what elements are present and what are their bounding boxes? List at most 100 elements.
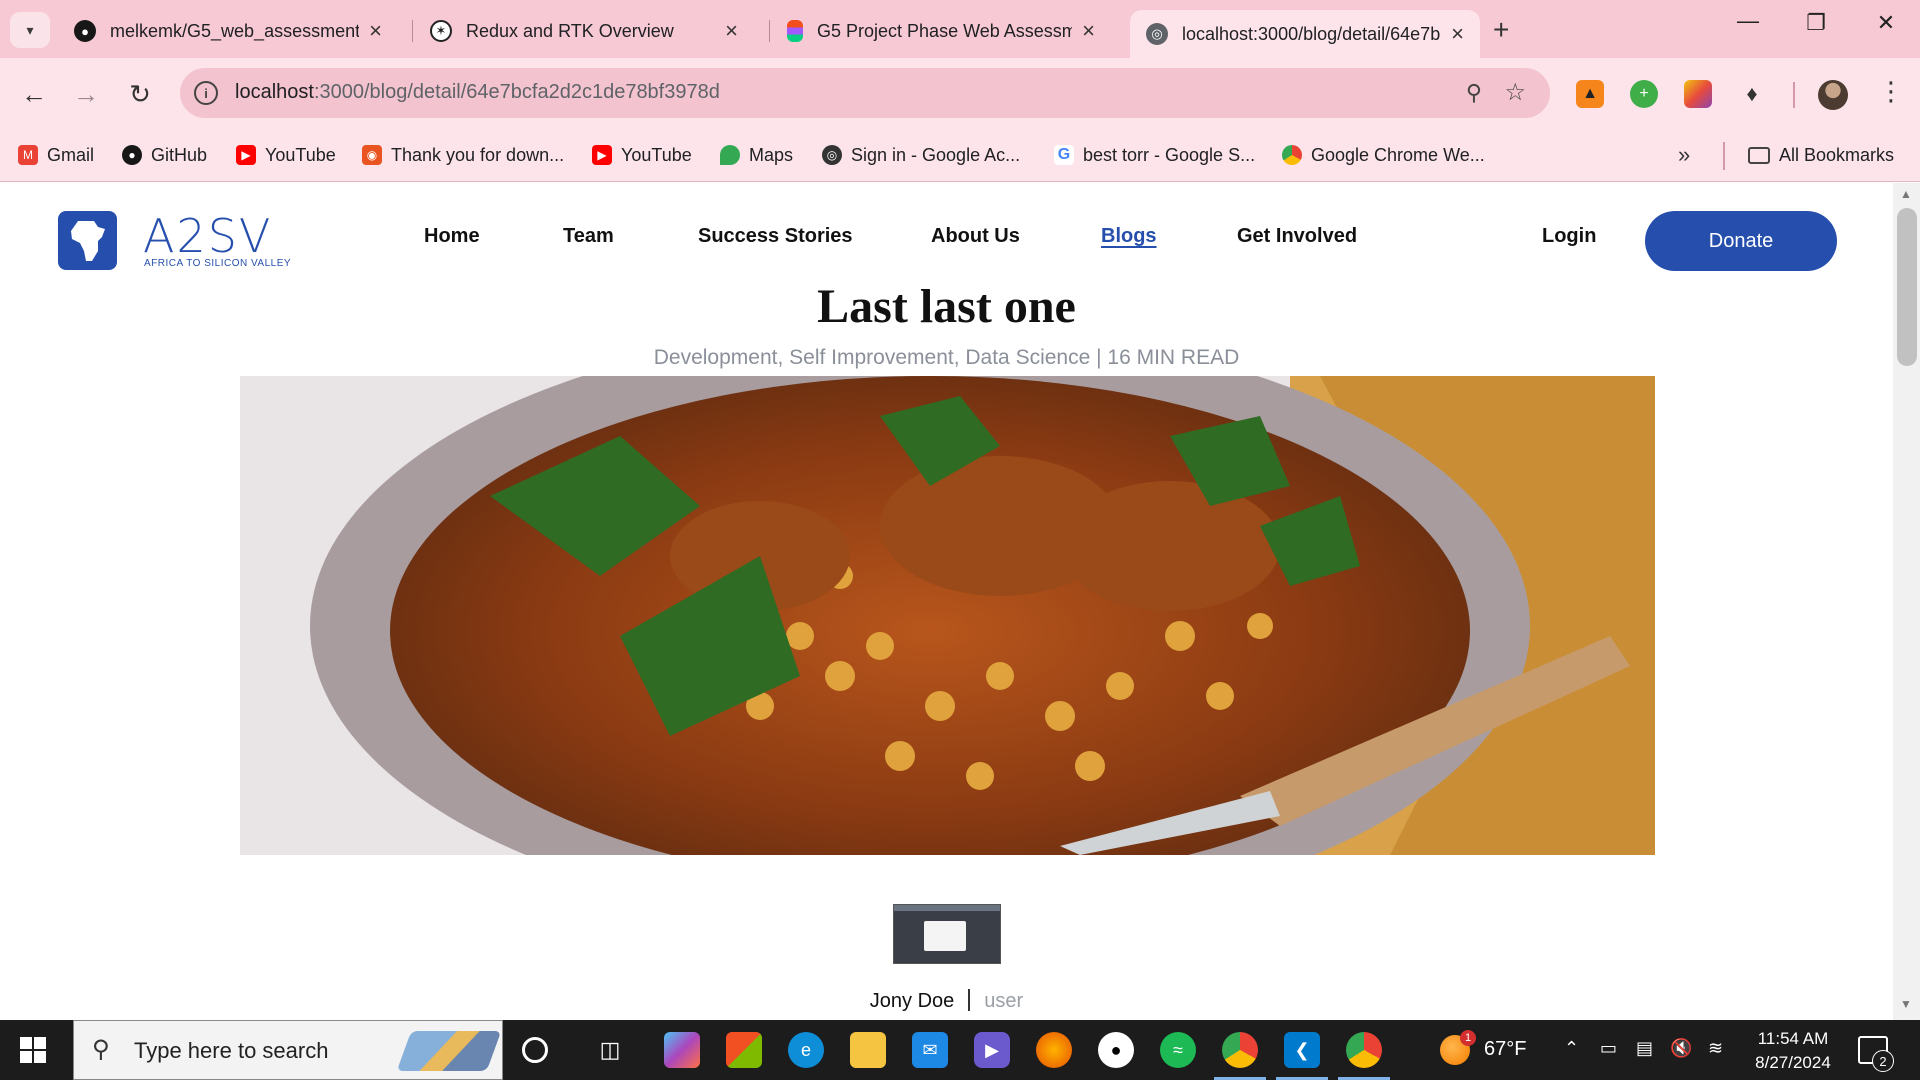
toolbar-separator	[1793, 82, 1795, 108]
firefox-icon[interactable]	[1036, 1032, 1072, 1068]
close-icon[interactable]: ×	[1082, 18, 1095, 44]
tab-search-button[interactable]: ▾	[10, 12, 50, 48]
url-text[interactable]: localhost:3000/blog/detail/64e7bcfa2d2c1…	[235, 81, 720, 104]
system-clock[interactable]: 11:54 AM 8/27/2024	[1738, 1027, 1848, 1075]
close-icon[interactable]: ×	[369, 18, 382, 44]
donate-button[interactable]: Donate	[1645, 211, 1837, 271]
logo-africa-icon[interactable]	[58, 211, 117, 270]
file-explorer-icon[interactable]	[850, 1032, 886, 1068]
reload-button[interactable]: ↻	[122, 76, 158, 112]
extension-pencil-icon[interactable]	[1684, 80, 1712, 108]
forward-button[interactable]: →	[68, 76, 104, 112]
youtube-icon: ▶	[236, 145, 256, 165]
page-viewport: A2SV AFRICA TO SILICON VALLEY Home Team …	[0, 183, 1920, 1020]
clipchamp-icon[interactable]: ▶	[974, 1032, 1010, 1068]
post-title: Last last one	[817, 280, 1076, 333]
chrome-icon	[1282, 145, 1302, 165]
task-view-icon[interactable]: ◫	[592, 1032, 628, 1068]
address-bar[interactable]: i localhost:3000/blog/detail/64e7bcfa2d2…	[180, 68, 1550, 118]
nav-success-stories[interactable]: Success Stories	[698, 225, 853, 248]
copilot-icon[interactable]	[664, 1032, 700, 1068]
windows-start-icon[interactable]	[20, 1037, 46, 1063]
tab-redux[interactable]: ✶ Redux and RTK Overview ×	[414, 10, 754, 52]
close-window-button[interactable]: ✕	[1866, 10, 1906, 36]
bookmark-google-search[interactable]: Gbest torr - Google S...	[1054, 140, 1255, 170]
all-bookmarks[interactable]: All Bookmarks	[1748, 140, 1894, 170]
bookmark-label: Google Chrome We...	[1311, 144, 1485, 165]
chrome-profile-icon[interactable]	[1346, 1032, 1382, 1068]
bookmark-youtube-2[interactable]: ▶ YouTube	[592, 140, 692, 170]
food-bowl-illustration	[240, 376, 1655, 855]
chevron-double-right-icon[interactable]: »	[1678, 142, 1690, 168]
youtube-icon: ▶	[592, 145, 612, 165]
bookmark-label: Gmail	[47, 144, 95, 165]
scroll-up-icon[interactable]: ▲	[1900, 187, 1912, 201]
close-icon[interactable]: ×	[725, 18, 738, 44]
battery-icon[interactable]: ▭	[1600, 1038, 1617, 1059]
bookmark-github[interactable]: ● GitHub	[122, 140, 207, 170]
wifi-icon[interactable]: ≋	[1708, 1038, 1723, 1059]
author-name: Jony Doe	[869, 990, 955, 1012]
zoom-icon[interactable]: ⚲	[1466, 80, 1482, 106]
page-scrollbar[interactable]: ▲ ▼	[1893, 183, 1920, 1020]
taskbar: ⚲ Type here to search ◫ e ✉ ▶ ● ≈ ❮ 1 67…	[0, 1020, 1920, 1080]
extensions-puzzle-icon[interactable]: ♦	[1738, 80, 1766, 108]
tab-github[interactable]: ● melkemk/G5_web_assessment ×	[58, 10, 398, 52]
all-bookmarks-label: All Bookmarks	[1779, 144, 1895, 165]
logo-tagline: AFRICA TO SILICON VALLEY	[144, 258, 292, 269]
minimize-button[interactable]: —	[1728, 8, 1768, 34]
weather-temperature[interactable]: 67°F	[1484, 1038, 1526, 1061]
microsoft-store-icon[interactable]	[726, 1032, 762, 1068]
bookmark-star-icon[interactable]: ☆	[1504, 78, 1526, 107]
mail-icon[interactable]: ✉	[912, 1032, 948, 1068]
chevron-up-icon[interactable]: ⌃	[1564, 1038, 1579, 1059]
metamask-icon[interactable]: ▲	[1576, 80, 1604, 108]
vscode-icon[interactable]: ❮	[1284, 1032, 1320, 1068]
bookmark-gmail[interactable]: M Gmail	[18, 140, 94, 170]
nav-team[interactable]: Team	[563, 225, 614, 248]
tab-localhost[interactable]: ◎ localhost:3000/blog/detail/64e7bcfa2d2…	[1130, 10, 1480, 58]
nav-home[interactable]: Home	[424, 225, 480, 248]
speaker-muted-icon[interactable]: 🔇	[1670, 1038, 1692, 1059]
nav-get-involved[interactable]: Get Involved	[1237, 225, 1357, 248]
author-role: user	[984, 990, 1024, 1012]
login-link[interactable]: Login	[1542, 225, 1596, 248]
extension-plus-icon[interactable]: +	[1630, 80, 1658, 108]
scroll-down-icon[interactable]: ▼	[1900, 997, 1912, 1011]
nav-blogs[interactable]: Blogs	[1101, 225, 1157, 248]
bookmark-maps[interactable]: Maps	[720, 140, 793, 170]
tab-figma[interactable]: G5 Project Phase Web Assessment ×	[771, 10, 1111, 52]
bookmark-chrome-store[interactable]: Google Chrome We...	[1282, 140, 1485, 170]
scrollbar-thumb[interactable]	[1897, 208, 1917, 366]
figma-icon	[787, 20, 803, 42]
bookmark-label: best torr - Google S...	[1083, 144, 1256, 165]
new-tab-button[interactable]: +	[1493, 14, 1509, 46]
menu-dots-icon[interactable]: ⋮	[1878, 76, 1904, 107]
nav-about-us[interactable]: About Us	[931, 225, 1020, 248]
bookmark-google-signin[interactable]: ◎ Sign in - Google Ac...	[822, 140, 1020, 170]
device-icon[interactable]: ▤	[1636, 1038, 1653, 1059]
restore-button[interactable]: ❐	[1796, 10, 1836, 36]
tab-title: Redux and RTK Overview	[466, 20, 674, 41]
cortana-icon[interactable]	[522, 1037, 548, 1063]
avatar-screen-bar	[894, 905, 1000, 911]
africa-shape	[70, 220, 105, 261]
tab-title: melkemk/G5_web_assessment	[110, 20, 360, 41]
google-icon: G	[1054, 145, 1074, 165]
gmail-icon: M	[18, 145, 38, 165]
chrome-icon[interactable]	[1222, 1032, 1258, 1068]
back-button[interactable]: ←	[16, 76, 52, 112]
taskbar-search-box[interactable]: ⚲ Type here to search	[73, 1020, 503, 1080]
edge-icon[interactable]: e	[788, 1032, 824, 1068]
search-highlight-image	[396, 1031, 502, 1071]
bookmark-ubuntu[interactable]: ◉ Thank you for down...	[362, 140, 564, 170]
globe-icon: ◎	[822, 145, 842, 165]
close-icon[interactable]: ×	[1451, 21, 1464, 47]
logo-wordmark[interactable]: A2SV	[143, 209, 272, 263]
site-info-icon[interactable]: i	[194, 81, 218, 105]
github-desktop-icon[interactable]: ●	[1098, 1032, 1134, 1068]
spotify-icon[interactable]: ≈	[1160, 1032, 1196, 1068]
tab-title: localhost:3000/blog/detail/64e7bcfa2d2c1…	[1182, 23, 1441, 44]
bookmark-youtube[interactable]: ▶ YouTube	[236, 140, 336, 170]
profile-avatar[interactable]	[1818, 80, 1848, 110]
